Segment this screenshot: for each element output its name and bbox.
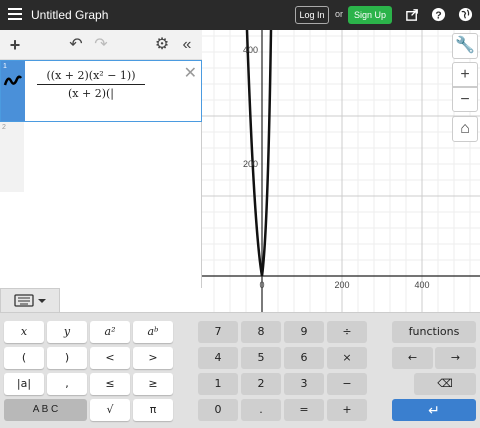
key-0[interactable]: 0 bbox=[198, 399, 238, 421]
key-open-paren[interactable]: ( bbox=[4, 347, 44, 369]
key-y[interactable]: y bbox=[47, 321, 87, 343]
keyboard-icon bbox=[14, 294, 46, 307]
zoom-out-button[interactable]: − bbox=[452, 87, 478, 112]
key-9[interactable]: 9 bbox=[284, 321, 324, 343]
expression-toolbar: + ↶ ↷ ⚙ « bbox=[0, 30, 202, 60]
key-less-equal[interactable]: ≤ bbox=[90, 373, 130, 395]
expression-gutter[interactable]: 1 bbox=[1, 61, 25, 121]
enter-key[interactable]: ↵ bbox=[392, 399, 476, 421]
key-greater-than[interactable]: > bbox=[133, 347, 173, 369]
home-icon[interactable]: ⌂ bbox=[452, 116, 478, 142]
graph-canvas[interactable]: 0 200 400 200 400 bbox=[202, 30, 480, 312]
key-close-paren[interactable]: ) bbox=[47, 347, 87, 369]
abc-keyboard-button[interactable]: A B C bbox=[4, 399, 87, 421]
graph-style-icon[interactable] bbox=[3, 73, 23, 89]
login-button[interactable]: Log In bbox=[295, 6, 329, 24]
key-absolute-value[interactable]: |a| bbox=[4, 373, 44, 395]
help-icon[interactable]: ? bbox=[431, 7, 446, 22]
key-a-squared[interactable]: a² bbox=[90, 321, 130, 343]
expression-panel: + ↶ ↷ ⚙ « 1 ((x + 2)(x² − 1)) (x + 2)(| … bbox=[0, 30, 202, 288]
expression-index: 1 bbox=[3, 63, 7, 70]
wrench-icon[interactable]: 🔧 bbox=[452, 33, 478, 59]
delete-expression-icon[interactable]: ✕ bbox=[184, 63, 197, 83]
formula-denominator: (x + 2)(| bbox=[68, 87, 114, 100]
formula-numerator: ((x + 2)(x² − 1)) bbox=[37, 69, 145, 85]
key-equals[interactable]: = bbox=[284, 399, 324, 421]
zoom-in-button[interactable]: + bbox=[452, 62, 478, 87]
keyboard-toggle-button[interactable] bbox=[0, 288, 60, 312]
svg-text:?: ? bbox=[435, 10, 441, 21]
left-arrow-key[interactable]: ← bbox=[392, 347, 433, 369]
key-divide[interactable]: ÷ bbox=[327, 321, 367, 343]
key-7[interactable]: 7 bbox=[198, 321, 238, 343]
backspace-icon[interactable]: ⌫ bbox=[414, 373, 476, 395]
y-tick-label: 400 bbox=[243, 45, 258, 55]
expression-formula[interactable]: ((x + 2)(x² − 1)) (x + 2)(| bbox=[37, 69, 145, 100]
graph-title[interactable]: Untitled Graph bbox=[31, 8, 108, 22]
x-tick-label: 0 bbox=[259, 280, 264, 290]
key-x[interactable]: x bbox=[4, 321, 44, 343]
key-pi[interactable]: π bbox=[133, 399, 173, 421]
x-tick-label: 400 bbox=[414, 280, 429, 290]
right-arrow-key[interactable]: → bbox=[435, 347, 476, 369]
key-minus[interactable]: − bbox=[327, 373, 367, 395]
hamburger-menu-icon[interactable] bbox=[8, 8, 22, 22]
key-decimal[interactable]: . bbox=[241, 399, 281, 421]
settings-gear-icon[interactable]: ⚙ bbox=[154, 37, 170, 53]
key-4[interactable]: 4 bbox=[198, 347, 238, 369]
redo-icon[interactable]: ↷ bbox=[93, 37, 109, 53]
undo-icon[interactable]: ↶ bbox=[68, 37, 84, 53]
signup-button[interactable]: Sign Up bbox=[348, 6, 392, 24]
expression-row[interactable]: 1 ((x + 2)(x² − 1)) (x + 2)(| ✕ bbox=[0, 60, 202, 122]
math-keyboard: x y a² aᵇ 7 8 9 ÷ functions ( ) < > 4 5 … bbox=[0, 312, 480, 428]
share-icon[interactable] bbox=[405, 7, 420, 22]
key-6[interactable]: 6 bbox=[284, 347, 324, 369]
globe-icon[interactable] bbox=[458, 7, 473, 22]
functions-button[interactable]: functions bbox=[392, 321, 476, 343]
key-a-power-b[interactable]: aᵇ bbox=[133, 321, 173, 343]
or-text: or bbox=[335, 9, 344, 19]
graph-paper[interactable]: 0 200 400 200 400 🔧 + − ⌂ bbox=[202, 30, 480, 312]
collapse-panel-icon[interactable]: « bbox=[179, 37, 195, 53]
key-3[interactable]: 3 bbox=[284, 373, 324, 395]
key-8[interactable]: 8 bbox=[241, 321, 281, 343]
y-tick-label: 200 bbox=[243, 159, 258, 169]
top-bar: Untitled Graph Log In or Sign Up ? bbox=[0, 0, 480, 30]
key-plus[interactable]: + bbox=[327, 399, 367, 421]
key-sqrt[interactable]: √ bbox=[90, 399, 130, 421]
expression-index: 2 bbox=[2, 124, 6, 131]
expression-row-empty[interactable]: 2 bbox=[0, 122, 24, 192]
plotted-curve[interactable] bbox=[245, 30, 273, 277]
key-5[interactable]: 5 bbox=[241, 347, 281, 369]
x-tick-label: 200 bbox=[334, 280, 349, 290]
key-comma[interactable]: , bbox=[47, 373, 87, 395]
key-multiply[interactable]: × bbox=[327, 347, 367, 369]
key-greater-equal[interactable]: ≥ bbox=[133, 373, 173, 395]
key-less-than[interactable]: < bbox=[90, 347, 130, 369]
key-2[interactable]: 2 bbox=[241, 373, 281, 395]
key-1[interactable]: 1 bbox=[198, 373, 238, 395]
add-item-icon[interactable]: + bbox=[7, 36, 23, 54]
